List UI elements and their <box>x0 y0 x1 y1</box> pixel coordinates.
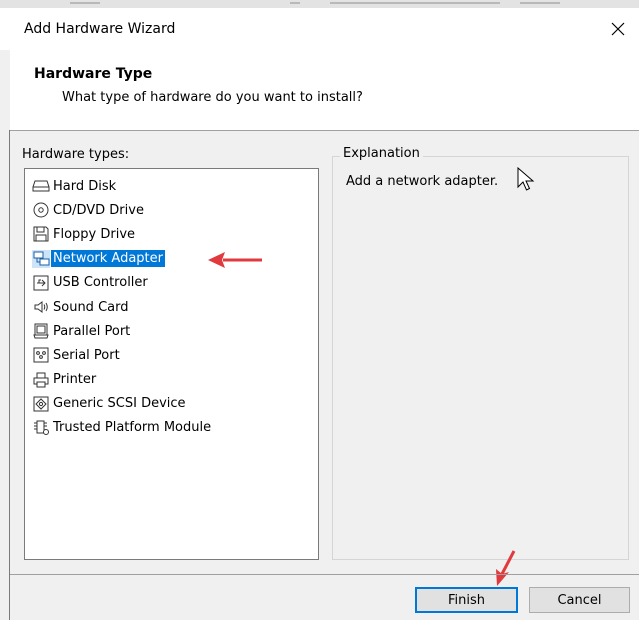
hardware-label: Parallel Port <box>53 323 131 339</box>
explanation-text: Add a network adapter. <box>346 174 499 189</box>
hardware-label: Serial Port <box>53 347 120 363</box>
hard-disk-icon <box>32 177 50 195</box>
list-item-serial-port[interactable]: Serial Port <box>25 343 318 367</box>
list-item-trusted-platform-module[interactable]: Trusted Platform Module <box>25 416 318 440</box>
hardware-label: CD/DVD Drive <box>53 202 144 218</box>
list-item-usb-controller[interactable]: USB Controller <box>25 271 318 295</box>
serial-port-icon <box>32 346 50 364</box>
close-button[interactable] <box>597 8 639 50</box>
hardware-types-label: Hardware types: <box>22 147 130 162</box>
floppy-icon <box>32 225 50 243</box>
wizard-header: Hardware Type What type of hardware do y… <box>10 50 639 130</box>
list-item-printer[interactable]: Printer <box>25 368 318 392</box>
annotation-arrow-icon <box>496 550 516 586</box>
list-item-floppy-drive[interactable]: Floppy Drive <box>25 222 318 246</box>
finish-button[interactable]: Finish <box>415 587 518 613</box>
list-item-parallel-port[interactable]: Parallel Port <box>25 319 318 343</box>
hardware-types-list[interactable]: Hard Disk CD/DVD Drive Floppy Drive Netw… <box>24 168 319 560</box>
speaker-icon <box>32 298 50 316</box>
footer-divider <box>10 574 639 575</box>
tpm-icon <box>32 419 50 437</box>
mouse-cursor-icon <box>517 167 535 191</box>
close-icon <box>611 22 625 36</box>
cancel-button[interactable]: Cancel <box>529 587 630 613</box>
hardware-label: Printer <box>53 372 97 388</box>
hardware-label: USB Controller <box>53 275 148 291</box>
scsi-icon <box>32 395 50 413</box>
list-item-sound-card[interactable]: Sound Card <box>25 295 318 319</box>
hardware-label: Trusted Platform Module <box>53 420 212 436</box>
add-hardware-wizard-dialog: Add Hardware Wizard Hardware Type What t… <box>0 0 639 620</box>
hardware-label: Sound Card <box>53 299 129 315</box>
printer-icon <box>32 371 50 389</box>
network-adapter-icon <box>32 249 50 268</box>
title-bar: Add Hardware Wizard <box>0 8 639 50</box>
cd-dvd-icon <box>32 201 50 219</box>
list-item-hard-disk[interactable]: Hard Disk <box>25 174 318 198</box>
header-divider <box>10 130 639 131</box>
hardware-label: Network Adapter <box>51 250 165 268</box>
explanation-group <box>332 156 629 560</box>
hardware-label: Hard Disk <box>53 178 117 194</box>
background-window-strip <box>0 0 639 8</box>
hardware-label: Generic SCSI Device <box>53 396 186 412</box>
list-item-network-adapter[interactable]: Network Adapter <box>25 247 318 271</box>
left-border-line <box>9 130 10 620</box>
hardware-label: Floppy Drive <box>53 226 136 242</box>
page-subtitle: What type of hardware do you want to ins… <box>62 90 363 105</box>
parallel-port-icon <box>32 322 50 340</box>
page-title: Hardware Type <box>34 66 153 82</box>
list-item-generic-scsi-device[interactable]: Generic SCSI Device <box>25 392 318 416</box>
usb-icon <box>32 274 50 292</box>
explanation-legend: Explanation <box>340 146 423 161</box>
list-item-cd-dvd-drive[interactable]: CD/DVD Drive <box>25 198 318 222</box>
window-title: Add Hardware Wizard <box>24 21 176 37</box>
annotation-arrow-icon <box>208 252 262 268</box>
